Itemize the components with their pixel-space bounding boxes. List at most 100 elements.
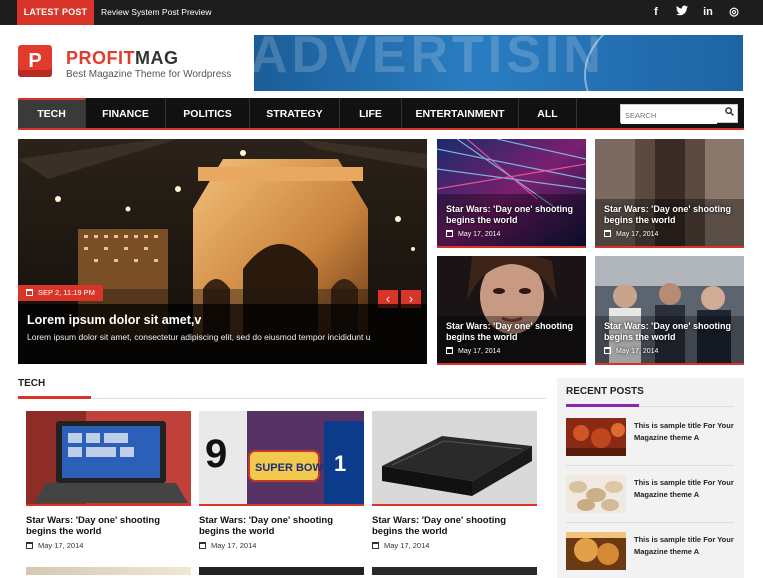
featured-title[interactable]: Lorem ipsum dolor sit amet,v	[27, 313, 418, 327]
recent-post-thumbnail[interactable]	[566, 532, 626, 570]
console-image	[372, 411, 537, 504]
search-icon[interactable]	[725, 107, 734, 119]
post-date: May 17, 2014	[199, 541, 364, 550]
widget-title: RECENT POSTS	[566, 386, 644, 397]
tile-date: May 17, 2014	[446, 230, 580, 238]
site-name-part2: MAG	[135, 48, 179, 68]
nav-item-life[interactable]: LIFE	[340, 98, 402, 128]
post-card-partial[interactable]	[199, 567, 364, 575]
post-card[interactable]: 9 SUPER BOWL 1 Star Wars: 'Day one' shoo…	[199, 411, 364, 550]
post-thumbnail[interactable]	[372, 411, 537, 506]
main-navigation: TECH FINANCE POLITICS STRATEGY LIFE ENTE…	[18, 98, 744, 130]
tile-date: May 17, 2014	[446, 347, 580, 355]
recent-post-title[interactable]: This is sample title For Your Magazine t…	[634, 420, 734, 444]
section-divider	[18, 398, 546, 399]
widget-underline	[566, 404, 639, 407]
recent-post-title[interactable]: This is sample title For Your Magazine t…	[634, 477, 734, 501]
post-card-partial[interactable]	[26, 567, 191, 575]
post-thumbnail[interactable]	[26, 411, 191, 506]
top-bar: LATEST POST Review System Post Preview f…	[0, 0, 763, 25]
featured-caption: Lorem ipsum dolor sit amet,v Lorem ipsum…	[18, 304, 427, 364]
tile-title[interactable]: Star Wars: 'Day one' shooting begins the…	[446, 321, 580, 343]
featured-tile[interactable]: Star Wars: 'Day one' shooting begins the…	[437, 256, 586, 365]
advertisement-banner[interactable]: ADVERTISIN	[254, 35, 743, 91]
post-title[interactable]: Star Wars: 'Day one' shooting begins the…	[199, 515, 364, 537]
food-image	[566, 532, 626, 570]
ad-decoration	[584, 35, 743, 91]
facebook-icon[interactable]: f	[649, 5, 663, 21]
dribbble-icon[interactable]: ◎	[727, 5, 741, 21]
calendar-icon	[604, 230, 611, 237]
linkedin-icon[interactable]: in	[701, 5, 715, 21]
social-links: f in ◎	[649, 5, 741, 21]
section-heading-tech: TECH	[18, 378, 46, 389]
nav-item-entertainment[interactable]: ENTERTAINMENT	[402, 98, 519, 128]
latest-post-link[interactable]: Review System Post Preview	[101, 0, 212, 25]
tile-caption: Star Wars: 'Day one' shooting begins the…	[446, 321, 580, 355]
post-card[interactable]: Star Wars: 'Day one' shooting begins the…	[26, 411, 191, 550]
featured-date: SEP 2, 11:19 PM	[38, 288, 95, 297]
calendar-icon	[604, 347, 611, 354]
featured-date-badge: SEP 2, 11:19 PM	[18, 285, 103, 301]
tile-date: May 17, 2014	[604, 347, 738, 355]
calendar-icon	[26, 289, 33, 296]
tile-caption: Star Wars: 'Day one' shooting begins the…	[604, 204, 738, 238]
recent-post-item[interactable]: This is sample title For Your Magazine t…	[566, 475, 734, 519]
nav-item-tech[interactable]: TECH	[18, 98, 86, 128]
post-card[interactable]: Star Wars: 'Day one' shooting begins the…	[372, 411, 537, 550]
featured-tile[interactable]: Star Wars: 'Day one' shooting begins the…	[437, 139, 586, 248]
recent-post-thumbnail[interactable]	[566, 418, 626, 456]
site-tagline: Best Magazine Theme for Wordpress	[66, 69, 232, 80]
post-thumbnail[interactable]: 9 SUPER BOWL 1	[199, 411, 364, 506]
post-card-partial[interactable]	[372, 567, 537, 575]
list-divider	[566, 522, 734, 523]
calendar-icon	[372, 542, 379, 549]
post-date: May 17, 2014	[372, 541, 537, 550]
tile-title[interactable]: Star Wars: 'Day one' shooting begins the…	[604, 204, 738, 226]
post-title[interactable]: Star Wars: 'Day one' shooting begins the…	[372, 515, 537, 537]
tile-date: May 17, 2014	[604, 230, 738, 238]
tile-caption: Star Wars: 'Day one' shooting begins the…	[446, 204, 580, 238]
recent-post-item[interactable]: This is sample title For Your Magazine t…	[566, 418, 734, 462]
featured-tile[interactable]: Star Wars: 'Day one' shooting begins the…	[595, 256, 744, 365]
post-title[interactable]: Star Wars: 'Day one' shooting begins the…	[26, 515, 191, 537]
twitter-icon[interactable]	[675, 5, 689, 21]
featured-excerpt: Lorem ipsum dolor sit amet, consectetur …	[27, 332, 371, 342]
calendar-icon	[446, 347, 453, 354]
search-box	[620, 104, 738, 124]
featured-slider[interactable]: SEP 2, 11:19 PM ‹ › Lorem ipsum dolor si…	[18, 139, 427, 364]
calendar-icon	[446, 230, 453, 237]
calendar-icon	[199, 542, 206, 549]
tile-title[interactable]: Star Wars: 'Day one' shooting begins the…	[604, 321, 738, 343]
tile-date-text: May 17, 2014	[616, 231, 659, 238]
food-image	[566, 418, 626, 456]
site-logo[interactable]: P	[18, 45, 52, 77]
nav-item-politics[interactable]: POLITICS	[166, 98, 250, 128]
search-input[interactable]	[621, 107, 717, 124]
food-image	[566, 475, 626, 513]
recent-post-item[interactable]: This is sample title For Your Magazine t…	[566, 532, 734, 576]
list-divider	[566, 465, 734, 466]
recent-post-title[interactable]: This is sample title For Your Magazine t…	[634, 534, 734, 558]
nav-item-strategy[interactable]: STRATEGY	[250, 98, 340, 128]
svg-text:1: 1	[334, 451, 346, 476]
nav-item-finance[interactable]: FINANCE	[86, 98, 166, 128]
post-date-text: May 17, 2014	[38, 541, 84, 550]
site-name[interactable]: PROFITMAG	[66, 48, 179, 69]
tile-caption: Star Wars: 'Day one' shooting begins the…	[604, 321, 738, 355]
svg-text:9: 9	[205, 432, 227, 476]
recent-post-thumbnail[interactable]	[566, 475, 626, 513]
calendar-icon	[26, 542, 33, 549]
recent-posts-widget: RECENT POSTS This is sample title For Yo…	[557, 378, 744, 578]
tile-title[interactable]: Star Wars: 'Day one' shooting begins the…	[446, 204, 580, 226]
featured-tile[interactable]: Star Wars: 'Day one' shooting begins the…	[595, 139, 744, 248]
latest-post-label: LATEST POST	[17, 0, 94, 25]
superbowl-image: 9 SUPER BOWL 1	[199, 411, 364, 504]
ad-text: ADVERTISIN	[254, 35, 605, 84]
post-date-text: May 17, 2014	[211, 541, 257, 550]
nav-item-all[interactable]: ALL	[519, 98, 577, 128]
laptop-image	[26, 411, 191, 504]
tile-date-text: May 17, 2014	[616, 348, 659, 355]
post-date-text: May 17, 2014	[384, 541, 430, 550]
svg-text:SUPER BOWL: SUPER BOWL	[255, 462, 330, 474]
